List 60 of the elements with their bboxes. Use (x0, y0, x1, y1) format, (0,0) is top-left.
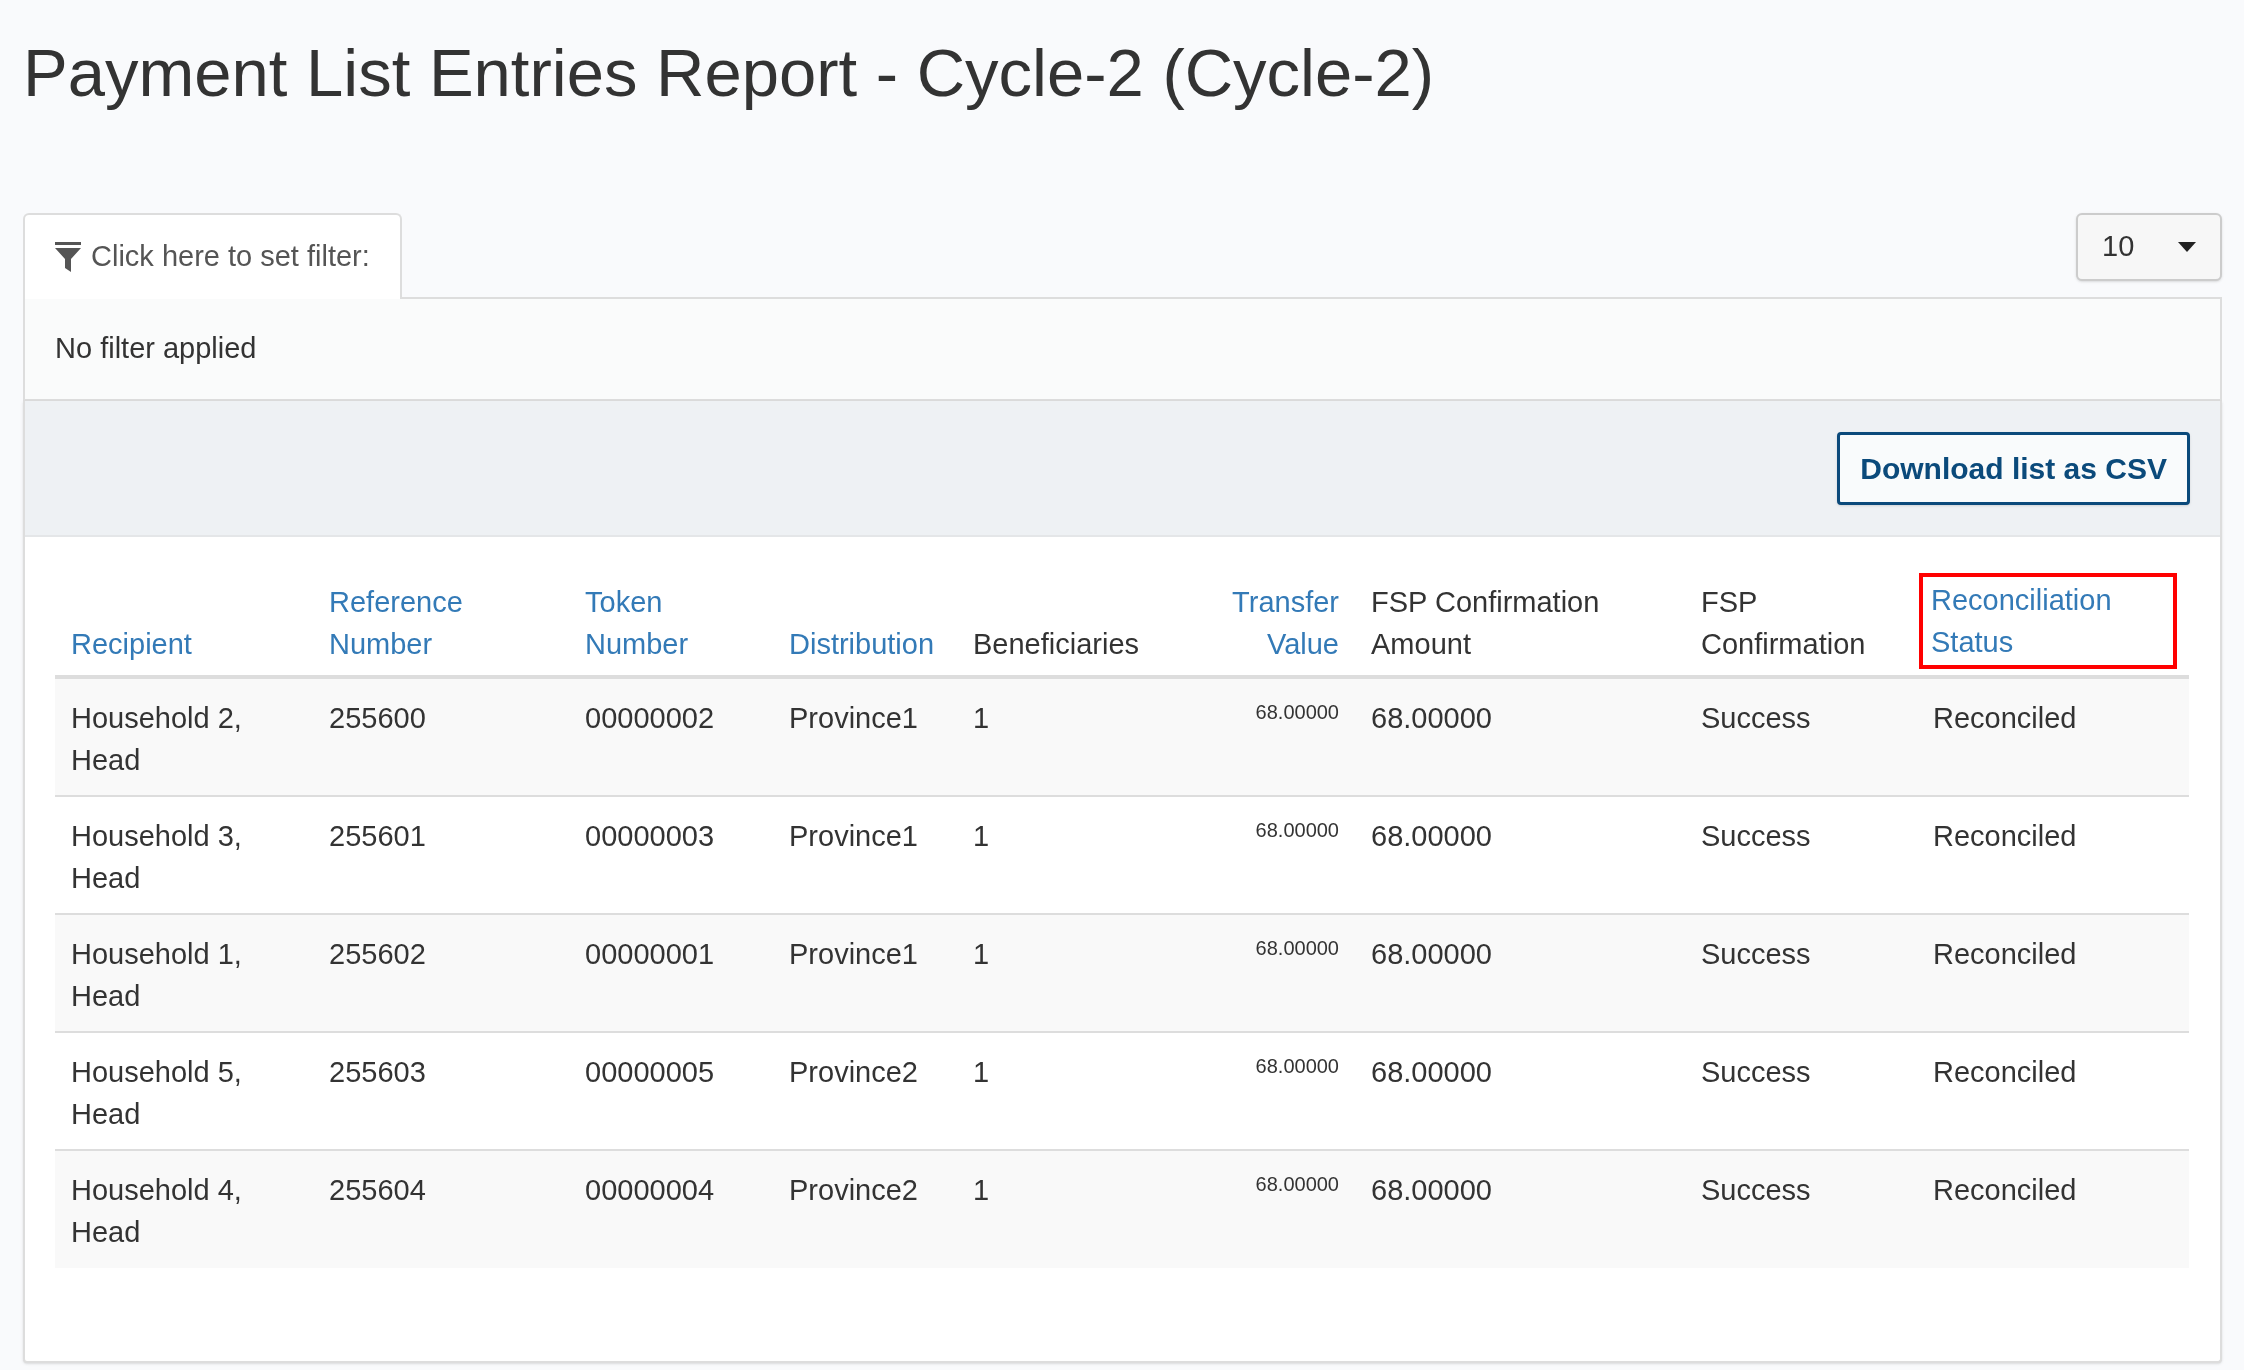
table-cell: 68.00000 (1255, 701, 1339, 723)
table-cell: 255600 (329, 702, 426, 734)
table-cell: 255603 (329, 1056, 426, 1088)
table-cell: 68.00000 (1371, 702, 1492, 734)
table-cell: 255601 (329, 820, 426, 852)
filter-icon (55, 242, 81, 272)
table-cell: 1 (973, 820, 990, 852)
table-cell: Province1 (789, 702, 918, 734)
table-cell: 68.00000 (1371, 1056, 1492, 1088)
table-cell: Province2 (789, 1174, 918, 1206)
table-cell: 1 (973, 1056, 990, 1088)
table-cell: 255604 (329, 1174, 426, 1206)
sort-header-link[interactable]: Distribution (789, 623, 935, 665)
table-cell: 68.00000 (1371, 938, 1492, 970)
table-cell: 68.00000 (1255, 1173, 1339, 1195)
table-cell: Reconciled (1933, 938, 2077, 970)
table-cell: 1 (973, 702, 990, 734)
table-cell: Reconciled (1933, 702, 2077, 734)
caret-icon (2178, 242, 2196, 252)
table-cell: 00000001 (585, 938, 715, 970)
table-cell: 68.00000 (1255, 819, 1339, 841)
sort-header-link[interactable]: Recipient (71, 623, 192, 665)
table-cell: Success (1701, 1174, 1811, 1206)
table-cell: Province1 (789, 820, 918, 852)
filter-status: No filter applied (55, 331, 257, 367)
column-header: FSP Confirmation Amount (1371, 585, 1601, 662)
table-cell: 1 (973, 1174, 990, 1206)
column-header: FSP Confirmation (1701, 585, 1867, 662)
table-cell: 68.00000 (1371, 1174, 1492, 1206)
table-cell: Reconciled (1933, 1174, 2077, 1206)
table-cell: 255602 (329, 938, 426, 970)
table-cell: 00000002 (585, 702, 715, 734)
table-cell: Household 3, Head (71, 820, 242, 894)
table-cell: Success (1701, 820, 1811, 852)
table-cell: Household 2, Head (71, 702, 242, 776)
table-cell: 68.00000 (1255, 1055, 1339, 1077)
filter-tab[interactable]: Click here to set filter: (23, 213, 402, 299)
page-size-select[interactable]: 10 (2076, 213, 2222, 281)
table-cell: Province2 (789, 1056, 918, 1088)
table-cell: Success (1701, 938, 1811, 970)
table-cell: Reconciled (1933, 820, 2077, 852)
download-csv-button[interactable]: Download list as CSV (1837, 431, 2190, 505)
table-cell: Success (1701, 1056, 1811, 1088)
table-cell: 00000005 (585, 1056, 715, 1088)
table-cell: Reconciled (1933, 1056, 2077, 1088)
table-cell: 1 (973, 938, 990, 970)
table-cell: Household 1, Head (71, 938, 242, 1012)
table-cell: 68.00000 (1255, 937, 1339, 959)
table-cell: Household 4, Head (71, 1174, 242, 1248)
page-title: Payment List Entries Report - Cycle-2 (Cycle-2) (23, 34, 1435, 112)
table-cell: 00000004 (585, 1174, 715, 1206)
sort-header-link[interactable]: Transfer Value (1217, 581, 1339, 665)
table-cell: Success (1701, 702, 1811, 734)
column-header: Beneficiaries (973, 627, 1140, 662)
table-cell: Household 5, Head (71, 1056, 242, 1130)
table-cell: Province1 (789, 938, 918, 970)
table-cell: 68.00000 (1371, 820, 1492, 852)
table-cell: 00000003 (585, 820, 715, 852)
sort-header-link[interactable]: Token Number (585, 581, 757, 665)
sort-header-link[interactable]: Reference Number (329, 581, 553, 665)
